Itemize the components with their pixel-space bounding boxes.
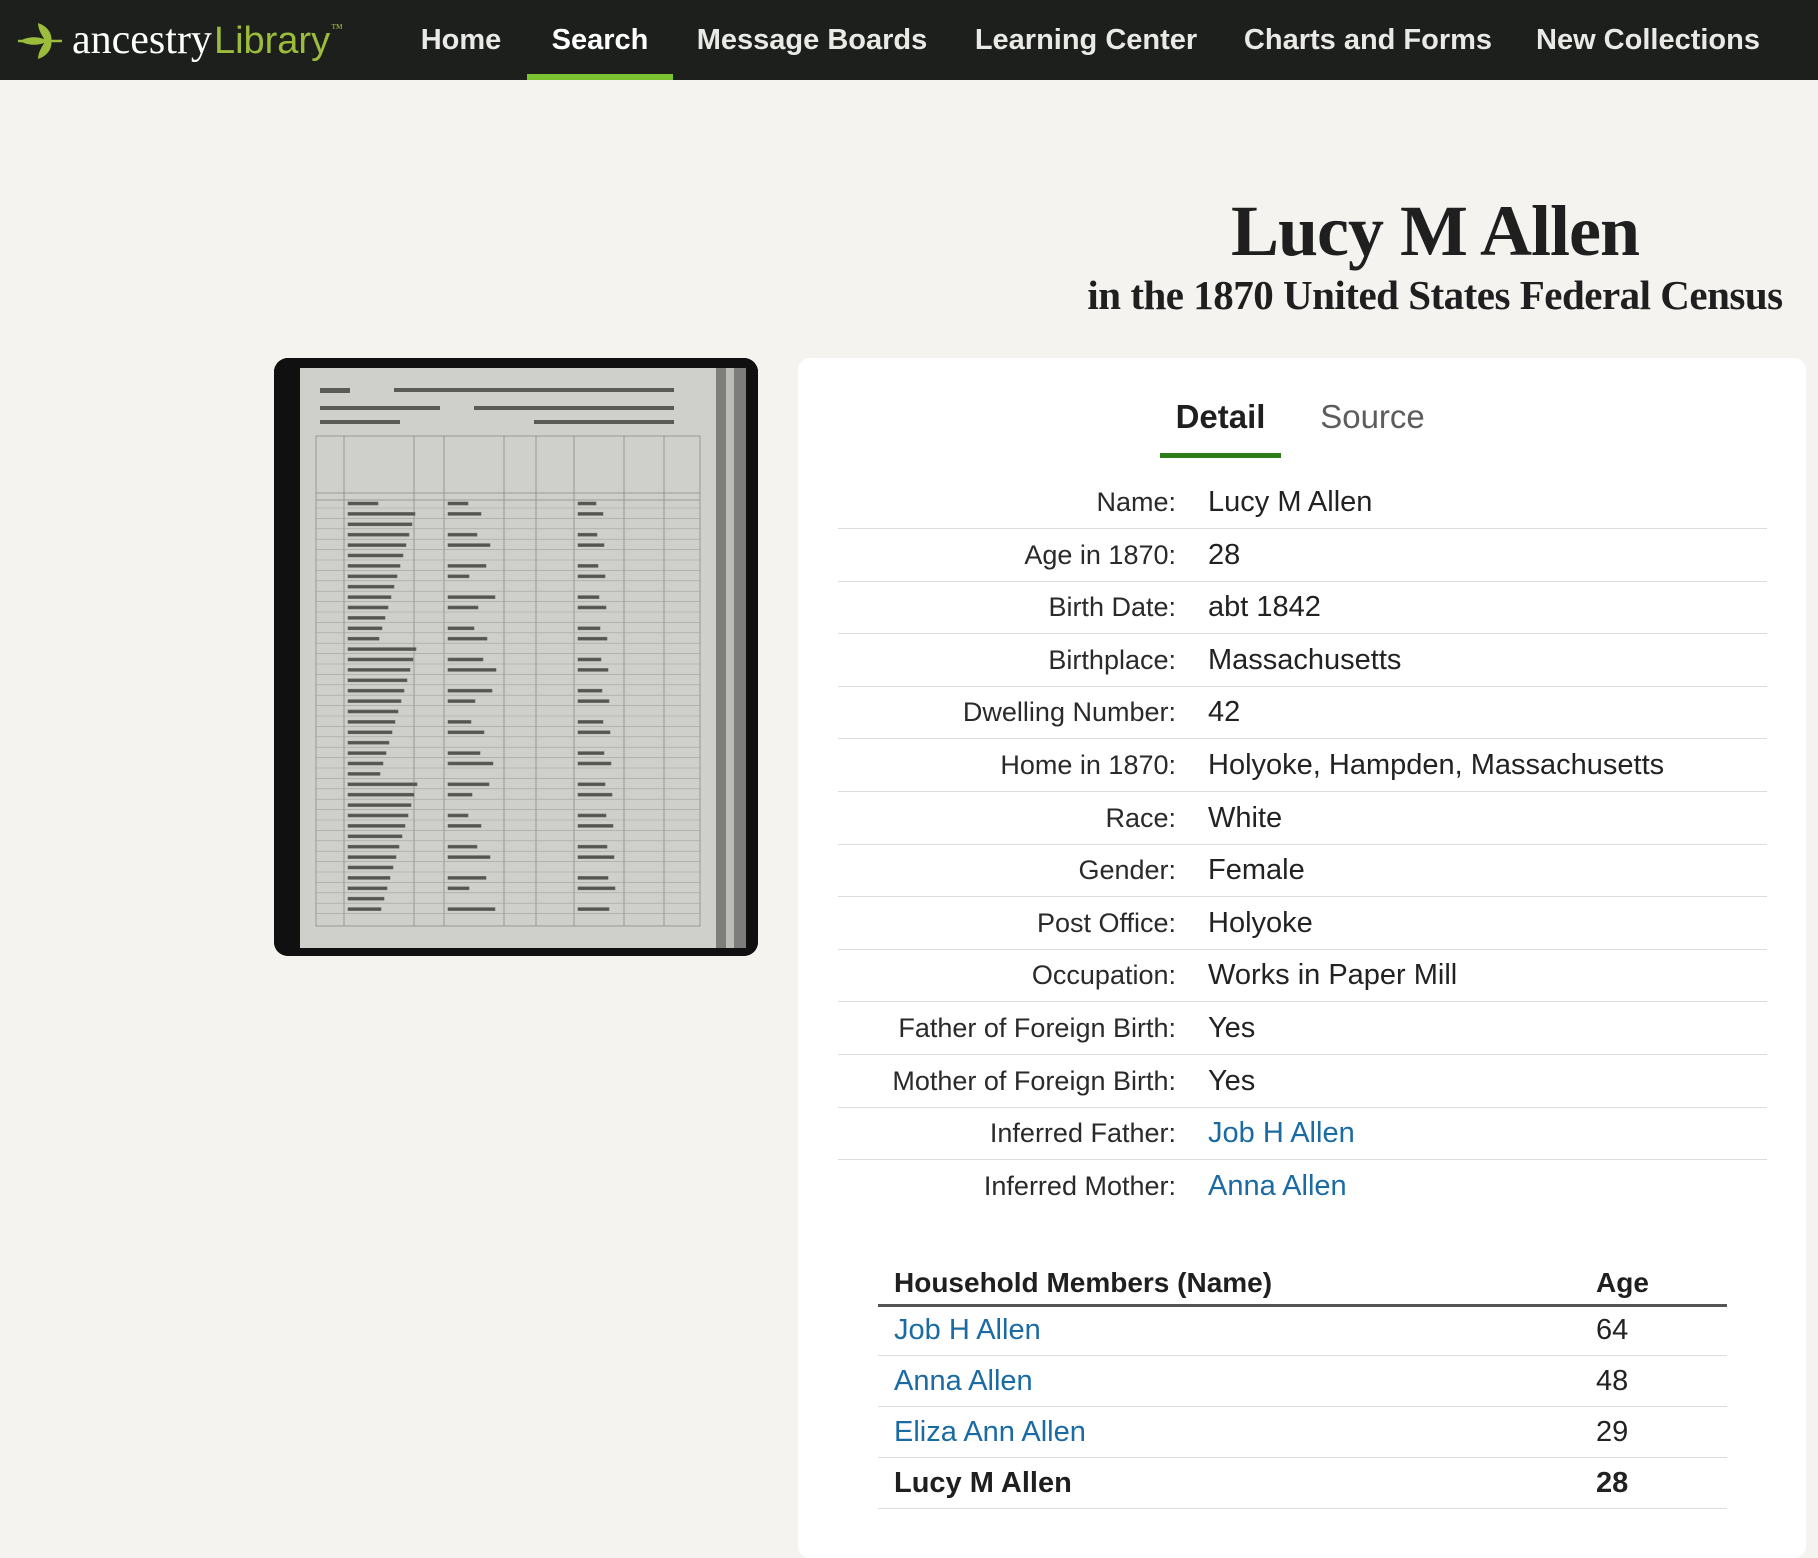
- detail-label: Age in 1870:: [1024, 540, 1176, 570]
- detail-label: Home in 1870:: [1000, 750, 1176, 780]
- ancestry-leaf-icon: [18, 23, 62, 59]
- nav-new-collections[interactable]: New Collections: [1524, 0, 1772, 80]
- detail-value: Massachusetts: [1208, 644, 1402, 676]
- detail-row: Birth Date: abt 1842: [838, 581, 1767, 634]
- detail-label: Occupation:: [1031, 960, 1176, 990]
- detail-value: Holyoke, Hampden, Massachusetts: [1208, 749, 1665, 781]
- detail-value: abt 1842: [1208, 591, 1321, 623]
- detail-value: 42: [1208, 696, 1241, 728]
- household-member-link[interactable]: Job H Allen: [894, 1305, 1041, 1355]
- logo-library-text: Library: [213, 19, 331, 62]
- detail-row: Birthplace: Massachusetts: [838, 634, 1767, 687]
- detail-label: Post Office:: [1036, 908, 1176, 938]
- detail-row: Age in 1870: 28: [838, 529, 1767, 582]
- household-name-header: Household Members (Name): [894, 1267, 1273, 1298]
- nav-home[interactable]: Home: [398, 0, 524, 80]
- nav-message-boards[interactable]: Message Boards: [686, 0, 938, 80]
- nav-search[interactable]: Search: [527, 0, 673, 80]
- household-member-name: Lucy M Allen: [894, 1467, 1072, 1499]
- detail-value-link[interactable]: Anna Allen: [1208, 1160, 1347, 1212]
- detail-row: Inferred Father: Job H Allen: [838, 1107, 1767, 1160]
- detail-label: Race:: [1105, 803, 1176, 833]
- household-member-age: 28: [1596, 1467, 1629, 1499]
- detail-value-link[interactable]: Job H Allen: [1208, 1107, 1355, 1159]
- detail-row: Gender: Female: [838, 844, 1767, 897]
- detail-label: Gender:: [1078, 855, 1176, 885]
- household-member-row: Anna Allen 48: [878, 1356, 1727, 1407]
- detail-label: Father of Foreign Birth:: [898, 1013, 1176, 1043]
- logo-trademark: ™: [331, 20, 343, 35]
- detail-row: Dwelling Number: 42: [838, 686, 1767, 739]
- household-member-link[interactable]: Eliza Ann Allen: [894, 1407, 1086, 1457]
- detail-row: Inferred Mother: Anna Allen: [838, 1160, 1767, 1212]
- detail-row: Home in 1870: Holyoke, Hampden, Massachus…: [838, 739, 1767, 792]
- census-record-image[interactable]: [274, 358, 758, 956]
- tab-source[interactable]: Source: [1300, 398, 1445, 458]
- detail-row: Name: Lucy M Allen: [838, 476, 1767, 529]
- household-age-header: Age: [1596, 1267, 1649, 1298]
- nav-learning-center[interactable]: Learning Center: [960, 0, 1212, 80]
- detail-label: Name:: [1096, 487, 1176, 517]
- detail-row: Father of Foreign Birth: Yes: [838, 1002, 1767, 1055]
- ancestry-library-logo[interactable]: ancestryLibrary™: [16, 14, 343, 66]
- detail-row: Mother of Foreign Birth: Yes: [838, 1055, 1767, 1108]
- detail-label: Mother of Foreign Birth:: [892, 1066, 1176, 1096]
- household-member-row: Lucy M Allen 28: [878, 1458, 1727, 1509]
- detail-value: White: [1208, 802, 1283, 834]
- nav-charts-and-forms[interactable]: Charts and Forms: [1234, 0, 1502, 80]
- logo-ancestry-text: ancestry: [72, 16, 212, 63]
- detail-row: Occupation: Works in Paper Mill: [838, 949, 1767, 1002]
- household-member-age: 48: [1596, 1365, 1629, 1397]
- collection-subtitle: in the 1870 United States Federal Census: [1087, 272, 1783, 318]
- detail-value: Yes: [1208, 1012, 1256, 1044]
- detail-label: Inferred Father:: [989, 1118, 1176, 1148]
- detail-label: Dwelling Number:: [962, 697, 1176, 727]
- household-member-age: 64: [1596, 1314, 1629, 1346]
- detail-row: Race: White: [838, 792, 1767, 845]
- tab-detail[interactable]: Detail: [1160, 398, 1281, 458]
- detail-value: Female: [1208, 854, 1305, 886]
- detail-label: Inferred Mother:: [983, 1171, 1176, 1201]
- detail-value: Holyoke: [1208, 907, 1313, 939]
- census-page-scan: [274, 358, 758, 956]
- detail-value: Yes: [1208, 1065, 1256, 1097]
- detail-value: Works in Paper Mill: [1208, 959, 1458, 991]
- detail-label: Birth Date:: [1048, 592, 1176, 622]
- person-name-title: Lucy M Allen: [1230, 191, 1640, 271]
- household-member-link[interactable]: Anna Allen: [894, 1356, 1033, 1406]
- detail-row: Post Office: Holyoke: [838, 897, 1767, 950]
- detail-value: Lucy M Allen: [1208, 486, 1373, 518]
- household-member-row: Eliza Ann Allen 29: [878, 1407, 1727, 1458]
- detail-label: Birthplace:: [1048, 645, 1176, 675]
- detail-value: 28: [1208, 539, 1241, 571]
- household-table-header: Household Members (Name) Age: [878, 1262, 1727, 1307]
- household-member-row: Job H Allen 64: [878, 1305, 1727, 1356]
- household-member-age: 29: [1596, 1416, 1629, 1448]
